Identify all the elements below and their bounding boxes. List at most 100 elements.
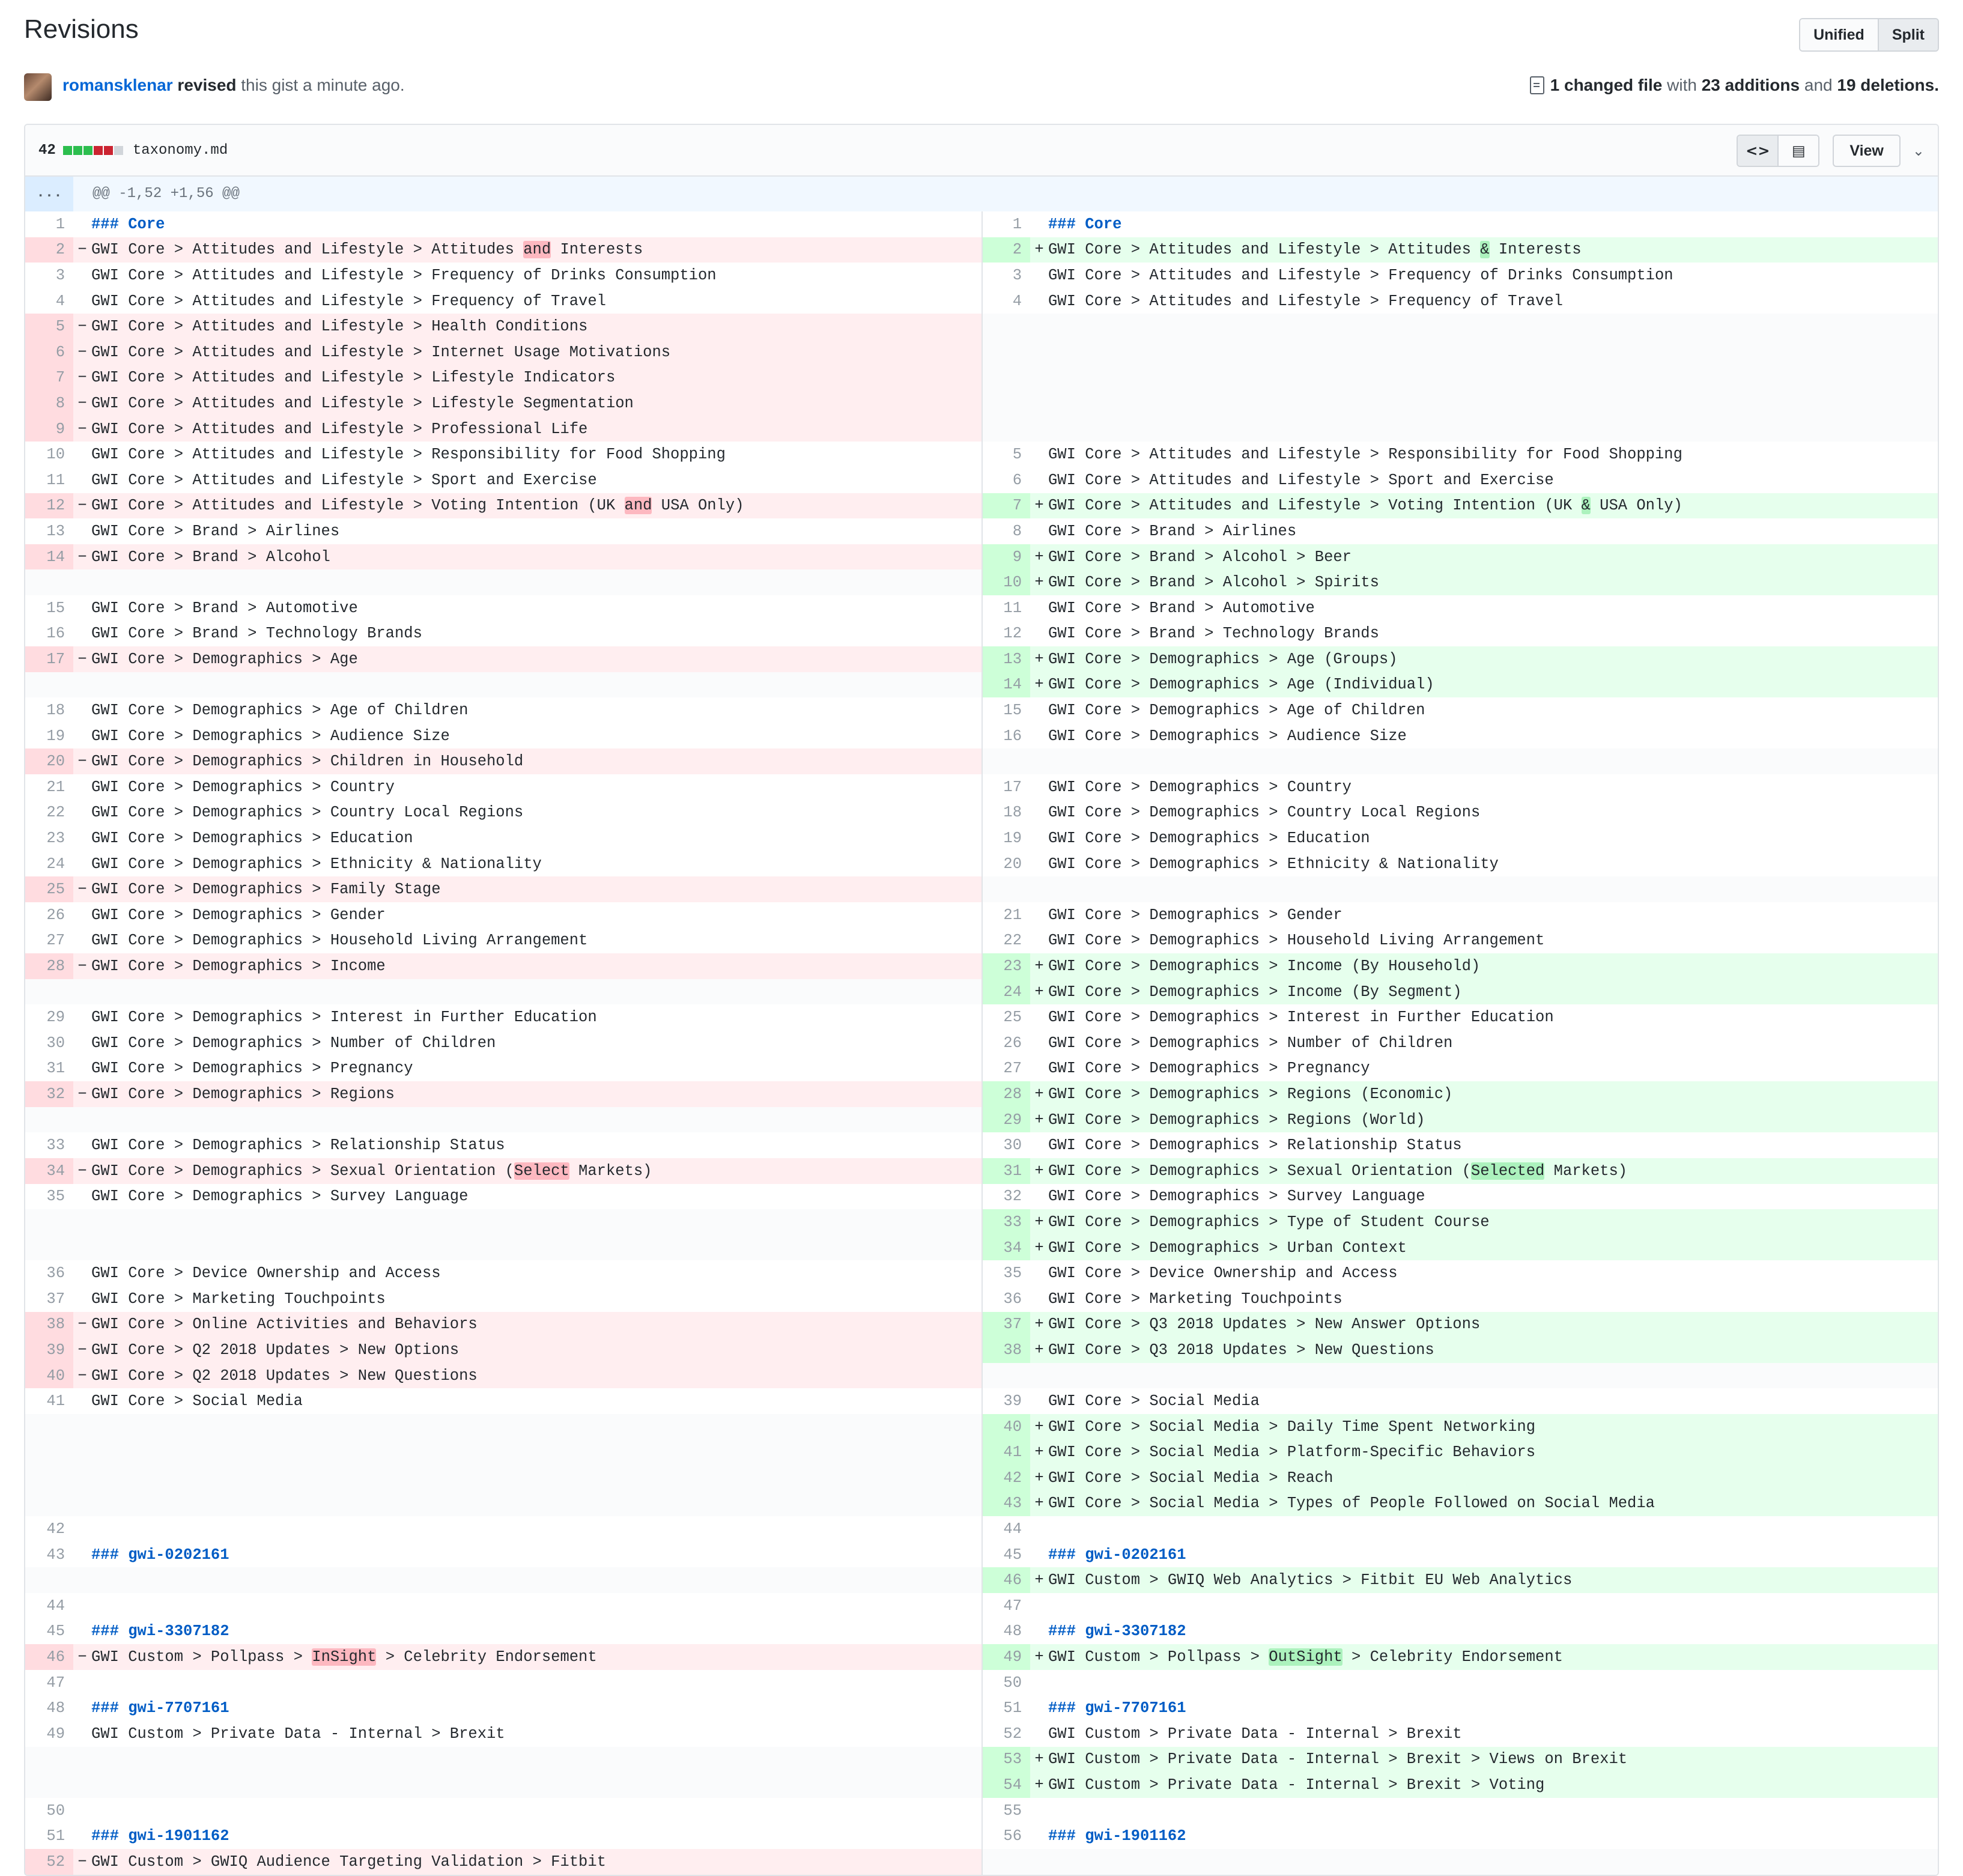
l-line-number[interactable]: 50: [25, 1798, 73, 1824]
r-line-number[interactable]: 20: [982, 851, 1030, 877]
r-line-number[interactable]: 47: [982, 1593, 1030, 1619]
r-line-number[interactable]: 55: [982, 1798, 1030, 1824]
r-line-number[interactable]: 13: [982, 646, 1030, 672]
l-line-number[interactable]: 21: [25, 774, 73, 800]
r-line-number[interactable]: 11: [982, 595, 1030, 621]
r-line-number[interactable]: 29: [982, 1106, 1030, 1133]
r-line-number[interactable]: 50: [982, 1670, 1030, 1696]
l-line-number[interactable]: 24: [25, 851, 73, 877]
l-line-number[interactable]: 34: [25, 1158, 73, 1184]
l-line-number[interactable]: 41: [25, 1388, 73, 1414]
l-line-number[interactable]: 48: [25, 1695, 73, 1721]
r-line-number[interactable]: 7: [982, 493, 1030, 519]
l-line-number[interactable]: 28: [25, 953, 73, 979]
l-line-number[interactable]: 47: [25, 1670, 73, 1696]
r-line-number[interactable]: 2: [982, 237, 1030, 263]
r-line-number[interactable]: 16: [982, 723, 1030, 749]
l-line-number[interactable]: 7: [25, 365, 73, 391]
l-line-number[interactable]: 18: [25, 697, 73, 723]
r-line-number[interactable]: 56: [982, 1823, 1030, 1849]
l-line-number[interactable]: 39: [25, 1337, 73, 1363]
l-line-number[interactable]: 2: [25, 237, 73, 263]
r-line-number[interactable]: 15: [982, 697, 1030, 723]
r-line-number[interactable]: 42: [982, 1465, 1030, 1491]
l-line-number[interactable]: 37: [25, 1286, 73, 1312]
l-line-number[interactable]: 44: [25, 1593, 73, 1619]
r-line-number[interactable]: 38: [982, 1337, 1030, 1363]
r-line-number[interactable]: 10: [982, 569, 1030, 595]
l-line-number[interactable]: 13: [25, 518, 73, 544]
r-line-number[interactable]: 41: [982, 1439, 1030, 1466]
l-line-number[interactable]: 45: [25, 1619, 73, 1645]
r-line-number[interactable]: 43: [982, 1490, 1030, 1517]
l-line-number[interactable]: 8: [25, 390, 73, 416]
r-line-number[interactable]: 48: [982, 1619, 1030, 1645]
r-line-number[interactable]: 51: [982, 1695, 1030, 1721]
r-line-number[interactable]: 26: [982, 1030, 1030, 1056]
r-line-number[interactable]: 53: [982, 1746, 1030, 1773]
r-line-number[interactable]: 4: [982, 288, 1030, 314]
r-line-number[interactable]: 17: [982, 774, 1030, 800]
l-line-number[interactable]: 6: [25, 339, 73, 365]
l-line-number[interactable]: 49: [25, 1721, 73, 1747]
avatar[interactable]: [24, 73, 52, 101]
l-line-number[interactable]: 22: [25, 800, 73, 826]
r-line-number[interactable]: 32: [982, 1184, 1030, 1210]
l-line-number[interactable]: 10: [25, 442, 73, 467]
l-line-number[interactable]: 20: [25, 748, 73, 775]
l-line-number[interactable]: 32: [25, 1081, 73, 1107]
r-line-number[interactable]: 27: [982, 1056, 1030, 1082]
r-line-number[interactable]: 39: [982, 1388, 1030, 1414]
l-line-number[interactable]: 31: [25, 1056, 73, 1082]
r-line-number[interactable]: 1: [982, 211, 1030, 237]
r-line-number[interactable]: 30: [982, 1132, 1030, 1158]
r-line-number[interactable]: 46: [982, 1567, 1030, 1594]
r-line-number[interactable]: 19: [982, 825, 1030, 851]
l-line-number[interactable]: 14: [25, 544, 73, 570]
l-line-number[interactable]: 16: [25, 621, 73, 647]
l-line-number[interactable]: 42: [25, 1516, 73, 1542]
l-line-number[interactable]: 52: [25, 1849, 73, 1875]
l-line-number[interactable]: 9: [25, 416, 73, 442]
l-line-number[interactable]: 35: [25, 1184, 73, 1210]
r-line-number[interactable]: 40: [982, 1413, 1030, 1440]
l-line-number[interactable]: 29: [25, 1004, 73, 1030]
r-line-number[interactable]: 34: [982, 1234, 1030, 1261]
l-line-number[interactable]: 33: [25, 1132, 73, 1158]
file-name[interactable]: taxonomy.md: [133, 142, 228, 159]
r-line-number[interactable]: 12: [982, 621, 1030, 647]
r-line-number[interactable]: 6: [982, 467, 1030, 493]
l-line-number[interactable]: 12: [25, 493, 73, 519]
l-line-number[interactable]: 26: [25, 902, 73, 928]
l-line-number[interactable]: 17: [25, 646, 73, 672]
r-line-number[interactable]: 37: [982, 1311, 1030, 1338]
view-file-button[interactable]: View: [1833, 135, 1901, 167]
l-line-number[interactable]: 30: [25, 1030, 73, 1056]
l-line-number[interactable]: 25: [25, 876, 73, 903]
r-line-number[interactable]: 35: [982, 1260, 1030, 1286]
r-line-number[interactable]: 24: [982, 979, 1030, 1005]
r-line-number[interactable]: 25: [982, 1004, 1030, 1030]
r-line-number[interactable]: 44: [982, 1516, 1030, 1542]
r-line-number[interactable]: 8: [982, 518, 1030, 544]
split-button[interactable]: Split: [1877, 19, 1938, 50]
r-line-number[interactable]: 49: [982, 1644, 1030, 1670]
l-line-number[interactable]: 19: [25, 723, 73, 749]
chevron-down-icon[interactable]: ⌄: [1913, 142, 1925, 159]
r-line-number[interactable]: 33: [982, 1209, 1030, 1235]
l-line-number[interactable]: 3: [25, 263, 73, 288]
r-line-number[interactable]: 22: [982, 928, 1030, 954]
l-line-number[interactable]: 38: [25, 1311, 73, 1338]
r-line-number[interactable]: 36: [982, 1286, 1030, 1312]
unified-button[interactable]: Unified: [1800, 19, 1878, 50]
r-line-number[interactable]: 18: [982, 800, 1030, 826]
l-line-number[interactable]: 15: [25, 595, 73, 621]
author-link[interactable]: romansklenar: [62, 76, 173, 94]
expand-hunk-button[interactable]: ...: [25, 177, 73, 211]
r-line-number[interactable]: 5: [982, 442, 1030, 467]
l-line-number[interactable]: 11: [25, 467, 73, 493]
r-line-number[interactable]: 28: [982, 1081, 1030, 1107]
r-line-number[interactable]: 54: [982, 1772, 1030, 1798]
l-line-number[interactable]: 40: [25, 1362, 73, 1389]
l-line-number[interactable]: 1: [25, 211, 73, 237]
